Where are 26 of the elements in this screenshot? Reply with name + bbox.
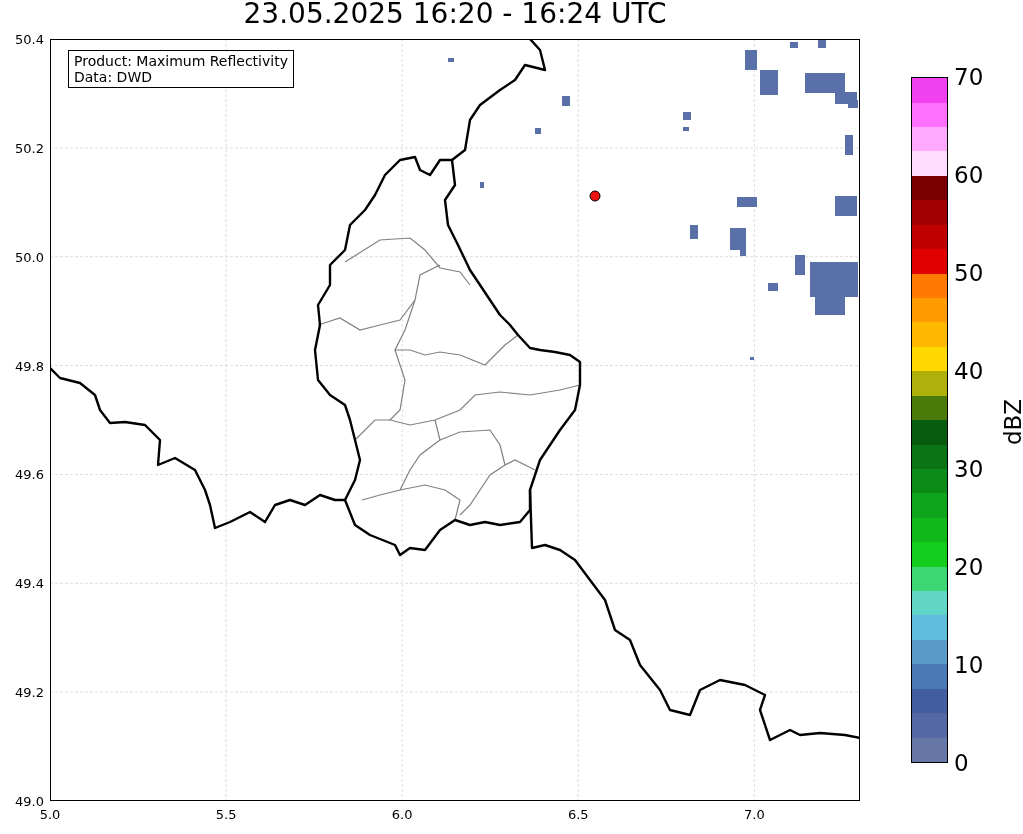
- x-tick-label: 6.5: [567, 807, 589, 822]
- y-tick-label: 49.4: [15, 575, 44, 591]
- y-tick-label: 50.4: [15, 31, 44, 47]
- colorbar-tick-label: 60: [954, 162, 984, 188]
- station-marker: [589, 190, 601, 202]
- x-tick-label: 5.0: [39, 807, 61, 822]
- y-tick-label: 49.0: [15, 793, 44, 809]
- info-text: Product: Maximum Reflectivity: [74, 53, 288, 69]
- x-tick-label: 5.5: [215, 807, 237, 822]
- y-tick-label: 50.0: [15, 249, 44, 265]
- chart-title: 23.05.2025 16:20 - 16:24 UTC: [242, 0, 668, 32]
- x-tick-label: 6.0: [391, 807, 413, 822]
- x-tick-label: 7.0: [744, 807, 765, 822]
- colorbar-tick-label: 0: [954, 750, 969, 776]
- colorbar-label: dBZ: [1000, 398, 1023, 446]
- y-tick-label: 50.2: [15, 140, 44, 156]
- y-tick-label: 49.8: [15, 358, 44, 374]
- y-tick-label: 49.2: [15, 684, 44, 700]
- y-tick-label: 49.6: [15, 466, 44, 482]
- colorbar-tick-label: 10: [954, 652, 984, 678]
- colorbar-tick-label: 50: [954, 260, 984, 286]
- colorbar-tick-label: 20: [954, 554, 984, 580]
- colorbar-tick-label: 30: [954, 456, 984, 482]
- info-text: Data: DWD: [74, 69, 153, 85]
- colorbar-tick-label: 40: [954, 358, 984, 384]
- colorbar-tick-label: 70: [954, 64, 984, 90]
